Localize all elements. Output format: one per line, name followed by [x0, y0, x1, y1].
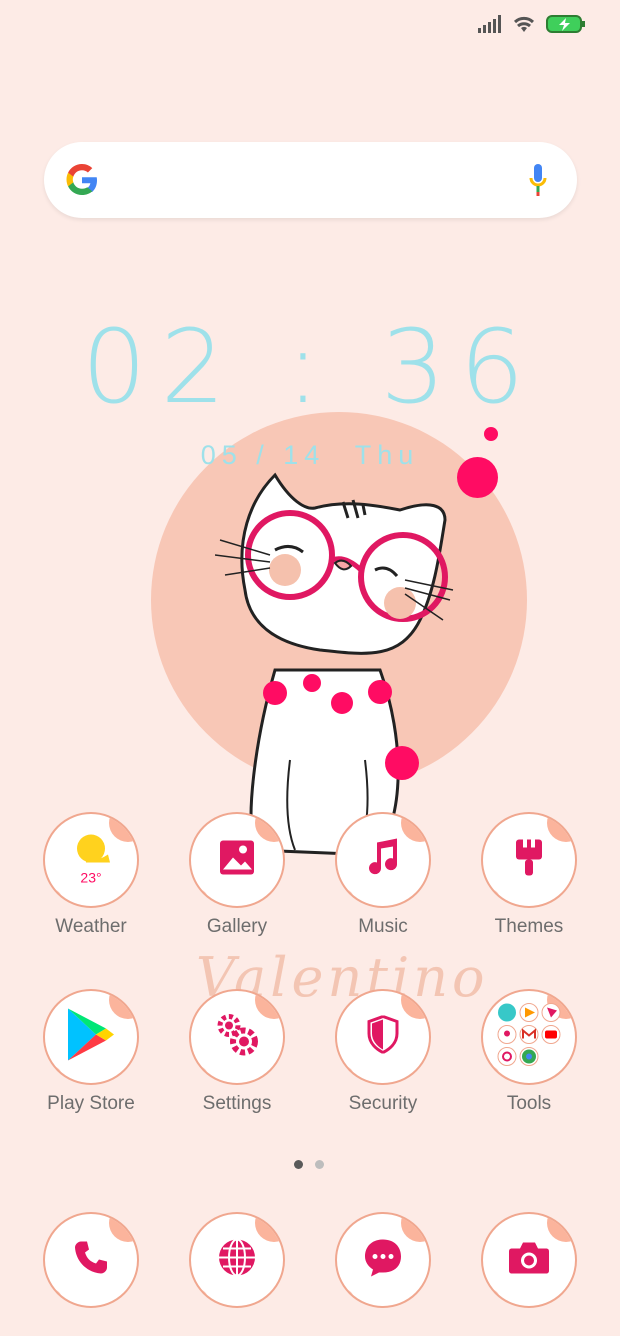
app-play-store[interactable]: Play Store: [31, 989, 151, 1115]
security-icon: [367, 1014, 399, 1059]
google-logo-icon: [66, 164, 97, 195]
phone-icon: [73, 1240, 109, 1281]
clock-widget[interactable]: 02 : 36: [0, 317, 620, 419]
wifi-icon: [513, 16, 535, 32]
app-tools-folder[interactable]: Tools: [469, 989, 589, 1115]
google-search-bar[interactable]: [44, 142, 577, 218]
app-label: Gallery: [206, 916, 268, 937]
gallery-icon: [219, 840, 255, 881]
status-bar: [478, 14, 586, 34]
dock-phone[interactable]: [31, 1212, 151, 1308]
weather-icon: 23°: [68, 831, 114, 890]
signal-icon: [478, 15, 501, 33]
battery-charging-icon: [546, 15, 585, 33]
app-security[interactable]: Security: [323, 989, 443, 1115]
settings-icon: [214, 1012, 260, 1063]
app-label: Play Store: [47, 1093, 135, 1114]
browser-icon: [217, 1238, 257, 1283]
app-music[interactable]: Music: [323, 812, 443, 938]
weather-temperature: 23°: [80, 870, 101, 885]
app-weather[interactable]: 23° Weather: [31, 812, 151, 938]
date-widget[interactable]: 05 / 14 Thu: [0, 440, 620, 471]
weekday-text: Thu: [354, 440, 420, 470]
app-label: Security: [348, 1093, 418, 1114]
app-label: Music: [358, 916, 408, 937]
messages-icon: [363, 1238, 403, 1283]
play-store-icon: [66, 1007, 116, 1068]
app-icon-container: 23°: [43, 812, 139, 908]
page-dot-active[interactable]: [294, 1160, 303, 1169]
app-label: Settings: [202, 1093, 272, 1114]
app-settings[interactable]: Settings: [177, 989, 297, 1115]
cat-illustration: [215, 472, 454, 857]
app-label: Weather: [55, 916, 127, 937]
app-label: Tools: [506, 1093, 552, 1114]
page-dot[interactable]: [315, 1160, 324, 1169]
page-indicator[interactable]: [294, 1160, 324, 1169]
app-themes[interactable]: Themes: [469, 812, 589, 938]
themes-icon: [514, 837, 544, 883]
tools-folder-icon: [496, 1002, 562, 1073]
music-icon: [365, 838, 401, 882]
dock-messages[interactable]: [323, 1212, 443, 1308]
app-gallery[interactable]: Gallery: [177, 812, 297, 938]
dock-browser[interactable]: [177, 1212, 297, 1308]
microphone-icon[interactable]: [529, 162, 547, 198]
dock-camera[interactable]: [469, 1212, 589, 1308]
app-label: Themes: [494, 916, 564, 937]
date-text: 05 / 14: [200, 440, 326, 470]
wallpaper-dot: [484, 427, 498, 441]
camera-icon: [508, 1241, 550, 1280]
